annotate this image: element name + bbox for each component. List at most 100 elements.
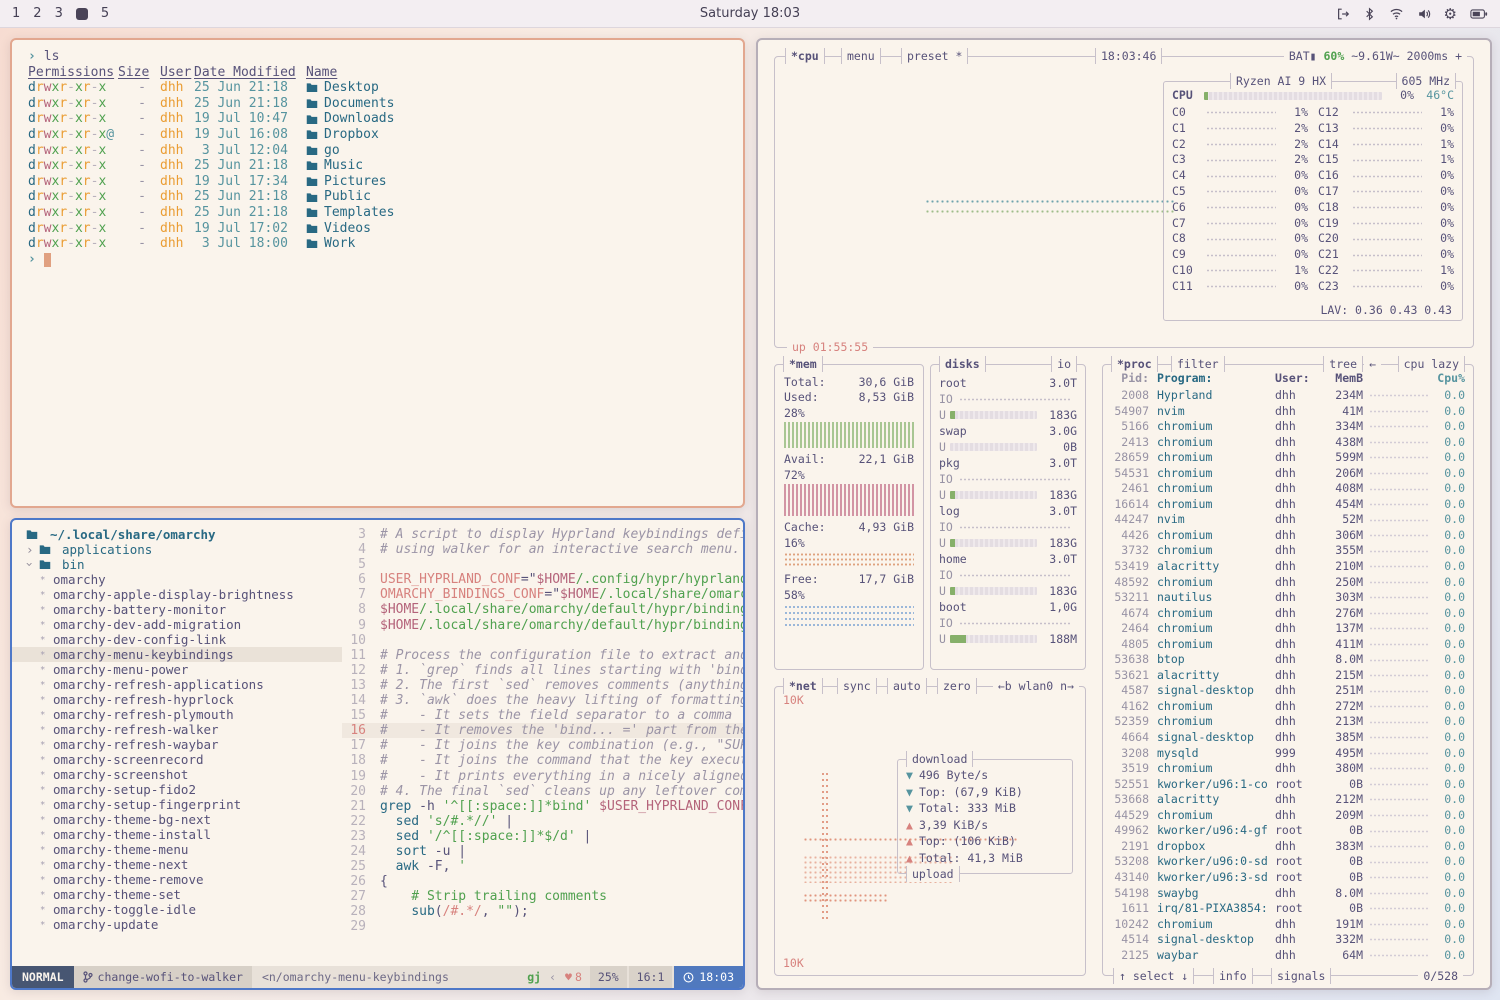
tree-file[interactable]: ∗omarchy-menu-power xyxy=(12,662,342,677)
tab-sync[interactable]: sync xyxy=(837,678,877,694)
tree-root[interactable]: ~/.local/share/omarchy xyxy=(12,527,342,542)
tree-file[interactable]: ∗omarchy-theme-install xyxy=(12,827,342,842)
tree-file[interactable]: ∗omarchy xyxy=(12,572,342,587)
terminal-window[interactable]: › ls Permissions Size User Date Modified… xyxy=(10,38,745,508)
tree-file[interactable]: ∗omarchy-refresh-applications xyxy=(12,677,342,692)
select-hint[interactable]: ↑ select ↓ xyxy=(1113,968,1194,984)
tree-file[interactable]: ∗omarchy-screenrecord xyxy=(12,752,342,767)
process-row[interactable]: 1611irq/81-PIXA3854:root0B0.0 xyxy=(1103,901,1473,917)
tab-filter[interactable]: filter xyxy=(1171,356,1225,372)
btop-window[interactable]: *cpu menu preset * 18:03:46 BAT▮ 60% ~9.… xyxy=(756,38,1492,990)
process-row[interactable]: 4514signal-desktopdhh332M0.0 xyxy=(1103,932,1473,948)
tree-file[interactable]: ∗omarchy-menu-keybindings xyxy=(12,647,342,662)
process-row[interactable]: 53208kworker/u96:0-sdroot0B0.0 xyxy=(1103,854,1473,870)
workspace-button[interactable]: 3 xyxy=(55,6,63,21)
process-row[interactable]: 48592chromiumdhh250M0.0 xyxy=(1103,575,1473,591)
process-row[interactable]: 54198swaybgdhh8.0M0.0 xyxy=(1103,886,1473,902)
tree-file[interactable]: ∗omarchy-apple-display-brightness xyxy=(12,587,342,602)
process-row[interactable]: 4805chromiumdhh411M0.0 xyxy=(1103,637,1473,653)
tree-file[interactable]: ∗omarchy-screenshot xyxy=(12,767,342,782)
process-row[interactable]: 54531chromiumdhh206M0.0 xyxy=(1103,466,1473,482)
tab-net[interactable]: *net xyxy=(783,678,823,694)
tab-zero[interactable]: zero xyxy=(937,678,977,694)
tree-folder[interactable]: ›bin xyxy=(12,557,342,572)
process-row[interactable]: 49962kworker/u96:4-gfroot0B0.0 xyxy=(1103,823,1473,839)
process-row[interactable]: 3519chromiumdhh380M0.0 xyxy=(1103,761,1473,777)
process-row[interactable]: 5166chromiumdhh334M0.0 xyxy=(1103,419,1473,435)
process-row[interactable]: 4426chromiumdhh306M0.0 xyxy=(1103,528,1473,544)
process-row[interactable]: 3732chromiumdhh355M0.0 xyxy=(1103,543,1473,559)
logout-icon[interactable] xyxy=(1336,7,1350,21)
tree-file[interactable]: ∗omarchy-theme-menu xyxy=(12,842,342,857)
workspace-active-indicator[interactable] xyxy=(76,8,88,20)
process-row[interactable]: 53638btopdhh8.0M0.0 xyxy=(1103,652,1473,668)
process-row[interactable]: 16614chromiumdhh454M0.0 xyxy=(1103,497,1473,513)
tree-file[interactable]: ∗omarchy-theme-set xyxy=(12,887,342,902)
tree-file[interactable]: ∗omarchy-battery-monitor xyxy=(12,602,342,617)
net-interface[interactable]: ←b wlan0 n→ xyxy=(993,678,1079,694)
tree-file[interactable]: ∗omarchy-refresh-walker xyxy=(12,722,342,737)
process-row[interactable]: 43140kworker/u96:3-sdroot0B0.0 xyxy=(1103,870,1473,886)
tab-tree[interactable]: tree xyxy=(1323,356,1363,372)
process-row[interactable]: 53668alacrittydhh212M0.0 xyxy=(1103,792,1473,808)
tree-file[interactable]: ∗omarchy-update xyxy=(12,917,342,932)
volume-icon[interactable] xyxy=(1417,7,1431,21)
process-row[interactable]: 10242chromiumdhh191M0.0 xyxy=(1103,917,1473,933)
info-button[interactable]: info xyxy=(1213,968,1253,984)
process-row[interactable]: 44529chromiumdhh209M0.0 xyxy=(1103,808,1473,824)
bluetooth-icon[interactable] xyxy=(1363,7,1376,21)
tab-preset[interactable]: preset * xyxy=(901,48,968,64)
git-branch[interactable]: change-wofi-to-walker xyxy=(74,966,252,988)
process-row[interactable]: 3208mysqld999495M0.0 xyxy=(1103,746,1473,762)
tab-menu[interactable]: menu xyxy=(841,48,881,64)
tab-auto[interactable]: auto xyxy=(887,678,927,694)
wifi-icon[interactable] xyxy=(1389,7,1404,20)
process-row[interactable]: 52359chromiumdhh213M0.0 xyxy=(1103,714,1473,730)
tree-file[interactable]: ∗omarchy-dev-add-migration xyxy=(12,617,342,632)
process-row[interactable]: 2461chromiumdhh408M0.0 xyxy=(1103,481,1473,497)
gear-icon[interactable]: ⚙ xyxy=(1444,7,1457,21)
code-panel[interactable]: 3# A script to display Hyprland keybindi… xyxy=(342,520,743,966)
battery-icon[interactable] xyxy=(1470,8,1488,20)
tree-file[interactable]: ∗omarchy-theme-next xyxy=(12,857,342,872)
tree-file[interactable]: ∗omarchy-dev-config-link xyxy=(12,632,342,647)
process-row[interactable]: 2413chromiumdhh438M0.0 xyxy=(1103,435,1473,451)
editor-window[interactable]: ~/.local/share/omarchy ›applications›bin… xyxy=(10,518,745,990)
tab-io[interactable]: io xyxy=(1051,356,1077,372)
tree-file[interactable]: ∗omarchy-setup-fingerprint xyxy=(12,797,342,812)
tree-file[interactable]: ∗omarchy-toggle-idle xyxy=(12,902,342,917)
tree-file[interactable]: ∗omarchy-refresh-hyprlock xyxy=(12,692,342,707)
process-row[interactable]: 28659chromiumdhh599M0.0 xyxy=(1103,450,1473,466)
process-row[interactable]: 2464chromiumdhh137M0.0 xyxy=(1103,621,1473,637)
sort-left-arrow-icon[interactable]: ← xyxy=(1364,356,1381,372)
tab-cpu[interactable]: *cpu xyxy=(785,48,825,64)
signals-button[interactable]: signals xyxy=(1271,968,1331,984)
tree-file[interactable]: ∗omarchy-theme-bg-next xyxy=(12,812,342,827)
tree-file[interactable]: ∗omarchy-setup-fido2 xyxy=(12,782,342,797)
tab-mem[interactable]: *mem xyxy=(783,356,823,372)
tree-file[interactable]: ∗omarchy-theme-remove xyxy=(12,872,342,887)
tab-disks[interactable]: disks xyxy=(939,356,986,372)
tree-folder[interactable]: ›applications xyxy=(12,542,342,557)
workspace-button[interactable]: 1 xyxy=(12,6,20,21)
process-row[interactable]: 4664signal-desktopdhh385M0.0 xyxy=(1103,730,1473,746)
process-row[interactable]: 4674chromiumdhh276M0.0 xyxy=(1103,606,1473,622)
process-row[interactable]: 52551kworker/u96:1-coroot0B0.0 xyxy=(1103,777,1473,793)
process-row[interactable]: 53621alacrittydhh215M0.0 xyxy=(1103,668,1473,684)
shell-prompt-empty[interactable]: › xyxy=(28,252,727,268)
workspace-button[interactable]: 5 xyxy=(101,6,109,21)
process-row[interactable]: 2008Hyprlanddhh234M0.0 xyxy=(1103,388,1473,404)
tree-file[interactable]: ∗omarchy-refresh-plymouth xyxy=(12,707,342,722)
process-row[interactable]: 44247nvimdhh52M0.0 xyxy=(1103,512,1473,528)
process-row[interactable]: 54907nvimdhh41M0.0 xyxy=(1103,404,1473,420)
tab-sort-cpu-lazy[interactable]: cpu lazy xyxy=(1398,356,1465,372)
tab-proc[interactable]: *proc xyxy=(1111,356,1158,372)
process-row[interactable]: 4162chromiumdhh272M0.0 xyxy=(1103,699,1473,715)
tree-file[interactable]: ∗omarchy-refresh-waybar xyxy=(12,737,342,752)
process-row[interactable]: 2191dropboxdhh383M0.0 xyxy=(1103,839,1473,855)
process-row[interactable]: 4587signal-desktopdhh251M0.0 xyxy=(1103,683,1473,699)
process-row[interactable]: 53419alacrittydhh210M0.0 xyxy=(1103,559,1473,575)
process-row[interactable]: 53211nautilusdhh303M0.0 xyxy=(1103,590,1473,606)
workspace-button[interactable]: 2 xyxy=(33,6,41,21)
process-row[interactable]: 2125waybardhh64M0.0 xyxy=(1103,948,1473,964)
